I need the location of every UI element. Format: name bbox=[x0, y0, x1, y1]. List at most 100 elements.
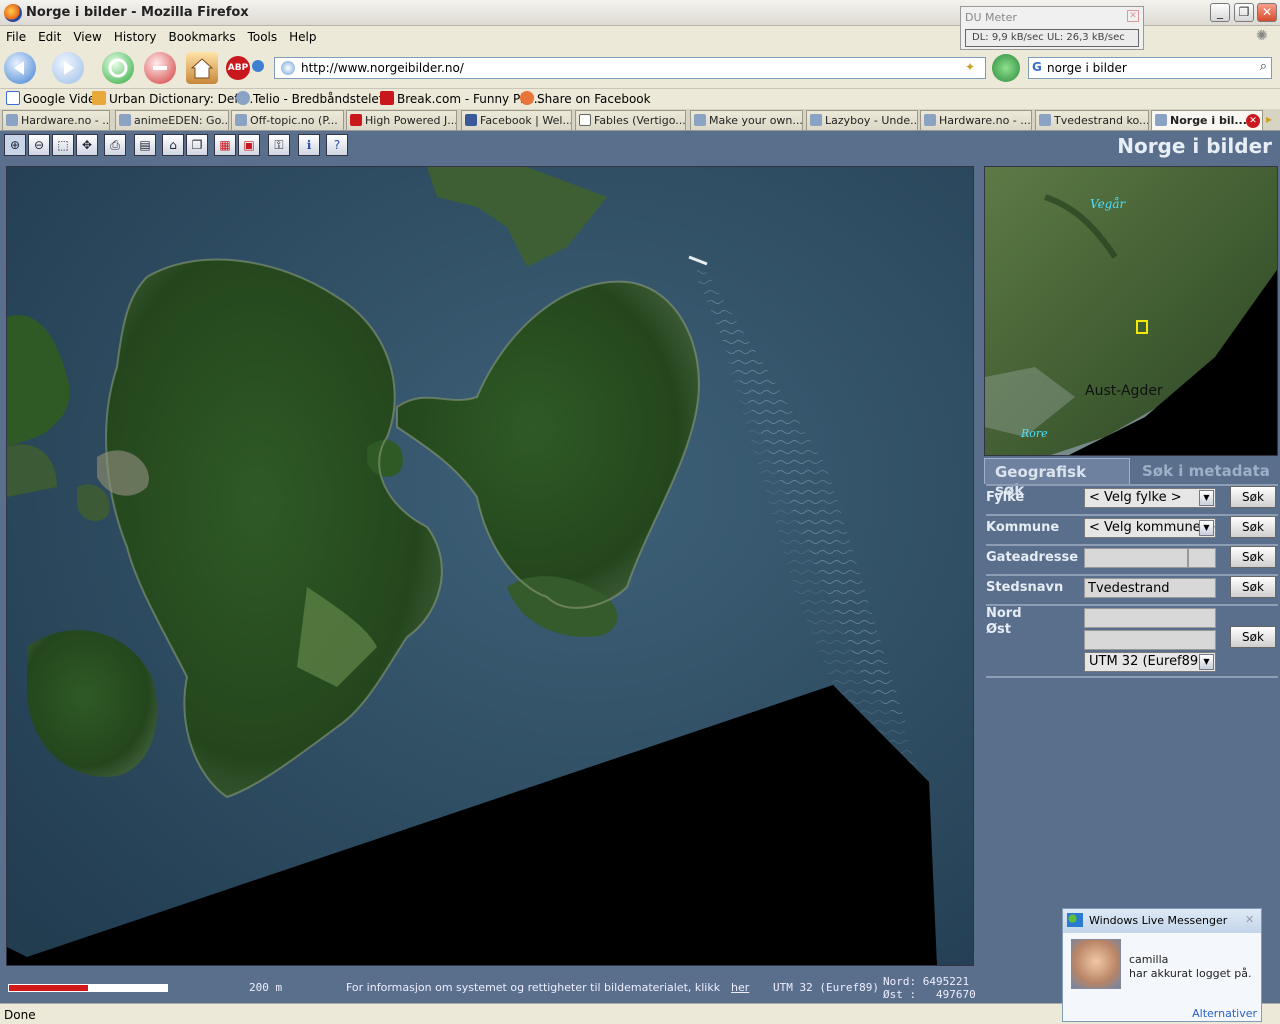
bookmark-google-video[interactable]: Google Video bbox=[6, 91, 103, 106]
google-icon bbox=[6, 91, 20, 105]
copy-icon[interactable]: ❐ bbox=[186, 134, 208, 156]
menu-bookmarks[interactable]: Bookmarks bbox=[163, 26, 242, 44]
forward-button[interactable] bbox=[52, 52, 84, 84]
google-icon[interactable]: G bbox=[1032, 60, 1042, 74]
info-link[interactable]: her bbox=[731, 981, 749, 994]
tab-favicon bbox=[924, 114, 936, 126]
bookmark-share-facebook[interactable]: Share on Facebook bbox=[520, 91, 651, 106]
kommune-label: Kommune bbox=[986, 520, 1060, 535]
go-button[interactable] bbox=[992, 54, 1020, 82]
tab-favicon bbox=[1155, 114, 1167, 126]
stedsnavn-search-button[interactable]: Søk bbox=[1230, 576, 1276, 598]
tab-favicon bbox=[1039, 114, 1051, 126]
back-button[interactable] bbox=[4, 52, 36, 84]
ost-input[interactable] bbox=[1084, 630, 1216, 650]
url-input[interactable]: http://www.norgeibilder.no/ ✦ bbox=[274, 57, 986, 79]
grid-icon[interactable]: ▦ bbox=[214, 134, 236, 156]
tab-hardware-1[interactable]: Hardware.no - ... bbox=[2, 110, 110, 130]
tab-norge-i-bilder[interactable]: Norge i bil... ✕ bbox=[1151, 110, 1263, 130]
messenger-notification[interactable]: Windows Live Messenger ✕ camilla har akk… bbox=[1062, 908, 1262, 1022]
du-meter-widget[interactable]: DU Meter ✕ DL: 9,9 kB/sec UL: 26,3 kB/se… bbox=[960, 6, 1144, 50]
tab-offtopic[interactable]: Off-topic.no (P... bbox=[231, 110, 344, 130]
aerial-map[interactable] bbox=[6, 166, 974, 966]
measure-icon[interactable]: ⌂ bbox=[162, 134, 184, 156]
chevron-down-icon: ▼ bbox=[1199, 654, 1214, 670]
tab-geografisk-sok[interactable]: Geografisk søk bbox=[984, 458, 1130, 499]
menu-file[interactable]: File bbox=[0, 26, 32, 44]
bookmark-telio[interactable]: Telio - Bredbåndstelef... bbox=[236, 91, 394, 106]
tab-lazyboy[interactable]: Lazyboy - Unde... bbox=[806, 110, 918, 130]
minimize-button[interactable]: _ bbox=[1210, 3, 1230, 22]
info-icon[interactable]: ℹ bbox=[298, 134, 320, 156]
tab-favicon bbox=[810, 114, 822, 126]
utm-select[interactable]: UTM 32 (Euref89) ▼ bbox=[1084, 652, 1216, 672]
overview-label-vegar: Vegår bbox=[1090, 197, 1126, 211]
layout-icon[interactable]: ▤ bbox=[134, 134, 156, 156]
kommune-select[interactable]: < Velg kommune > ▼ bbox=[1084, 518, 1216, 538]
close-button[interactable]: ✕ bbox=[1257, 3, 1277, 22]
tab-scroll-icon[interactable]: ▸ bbox=[1266, 112, 1272, 126]
map-toolbar: ⊕ ⊖ ⬚ ✥ ⎙ ▤ ⌂ ❐ ▦ ▣ ⚿ ℹ ? bbox=[0, 131, 1280, 161]
menu-view[interactable]: View bbox=[67, 26, 107, 44]
fylke-search-button[interactable]: Søk bbox=[1230, 486, 1276, 508]
help-icon[interactable]: ? bbox=[326, 134, 348, 156]
messenger-title: Windows Live Messenger bbox=[1089, 914, 1228, 927]
alternatives-link[interactable]: Alternativer bbox=[1192, 1007, 1257, 1020]
fylke-label: Fylke bbox=[986, 490, 1025, 505]
bookmark-urban-dictionary[interactable]: Urban Dictionary: Defi... bbox=[92, 91, 253, 106]
search-icon[interactable]: ⌕ bbox=[1260, 59, 1267, 74]
contact-name: camilla bbox=[1129, 953, 1169, 966]
throbber-icon: ✺ bbox=[1256, 28, 1268, 44]
lock-icon[interactable]: ⚿ bbox=[268, 134, 290, 156]
tab-favicon bbox=[579, 114, 591, 126]
tab-animeeden[interactable]: animeEDEN: Go... bbox=[115, 110, 229, 130]
crs-label: UTM 32 (Euref89) bbox=[773, 981, 879, 994]
map-status-line: 200 m For informasjon om systemet og ret… bbox=[0, 972, 980, 1004]
husnummer-input[interactable] bbox=[1188, 548, 1216, 568]
menu-tools[interactable]: Tools bbox=[242, 26, 284, 44]
messenger-close-icon[interactable]: ✕ bbox=[1245, 913, 1254, 926]
maximize-button[interactable]: ❐ bbox=[1234, 3, 1254, 22]
reload-button[interactable] bbox=[102, 52, 134, 84]
tab-tvedestrand[interactable]: Tvedestrand ko... bbox=[1035, 110, 1149, 130]
coordinate-search-button[interactable]: Søk bbox=[1230, 626, 1276, 648]
rss-icon[interactable]: ✦ bbox=[965, 60, 975, 74]
overview-map[interactable]: Vegår Aust-Agder Rore bbox=[984, 166, 1278, 456]
tab-high-powered[interactable]: High Powered J... bbox=[346, 110, 457, 130]
tab-hardware-2[interactable]: Hardware.no - ... bbox=[920, 110, 1032, 130]
adblock-icon[interactable]: ABP bbox=[226, 56, 250, 80]
print-icon[interactable]: ⎙ bbox=[104, 134, 126, 156]
menu-history[interactable]: History bbox=[108, 26, 163, 44]
search-input[interactable]: G norge i bilder ⌕ bbox=[1028, 57, 1272, 79]
ost-label: Øst bbox=[986, 622, 1012, 637]
adblock-dropdown-icon[interactable] bbox=[252, 60, 264, 72]
menu-edit[interactable]: Edit bbox=[32, 26, 67, 44]
fylke-select[interactable]: < Velg fylke > ▼ bbox=[1084, 488, 1216, 508]
scale-bar bbox=[8, 984, 168, 992]
tab-sok-i-metadata[interactable]: Søk i metadata bbox=[1132, 458, 1280, 484]
bookmark-break[interactable]: Break.com - Funny Pic... bbox=[380, 91, 541, 106]
zoom-in-icon[interactable]: ⊕ bbox=[4, 134, 26, 156]
calendar-icon[interactable]: ▣ bbox=[238, 134, 260, 156]
zoom-out-icon[interactable]: ⊖ bbox=[28, 134, 50, 156]
menu-help[interactable]: Help bbox=[283, 26, 322, 44]
tab-facebook[interactable]: Facebook | Wel... bbox=[461, 110, 572, 130]
info-text: For informasjon om systemet og rettighet… bbox=[346, 981, 721, 994]
avatar bbox=[1071, 939, 1121, 989]
tab-favicon bbox=[119, 114, 131, 126]
gateadresse-input[interactable] bbox=[1084, 548, 1188, 568]
stop-button[interactable] bbox=[144, 52, 176, 84]
tab-fables[interactable]: Fables (Vertigo... bbox=[575, 110, 686, 130]
stedsnavn-input[interactable]: Tvedestrand bbox=[1084, 578, 1216, 598]
du-meter-close-icon[interactable]: ✕ bbox=[1127, 10, 1139, 22]
tab-close-icon[interactable]: ✕ bbox=[1246, 114, 1260, 128]
pin-icon bbox=[236, 91, 250, 105]
tab-make-your-own[interactable]: Make your own... bbox=[690, 110, 803, 130]
home-button[interactable] bbox=[186, 52, 218, 84]
share-icon bbox=[520, 91, 534, 105]
kommune-search-button[interactable]: Søk bbox=[1230, 516, 1276, 538]
gateadresse-search-button[interactable]: Søk bbox=[1230, 546, 1276, 568]
pan-icon[interactable]: ✥ bbox=[76, 134, 98, 156]
nord-input[interactable] bbox=[1084, 608, 1216, 628]
zoom-box-icon[interactable]: ⬚ bbox=[52, 134, 74, 156]
